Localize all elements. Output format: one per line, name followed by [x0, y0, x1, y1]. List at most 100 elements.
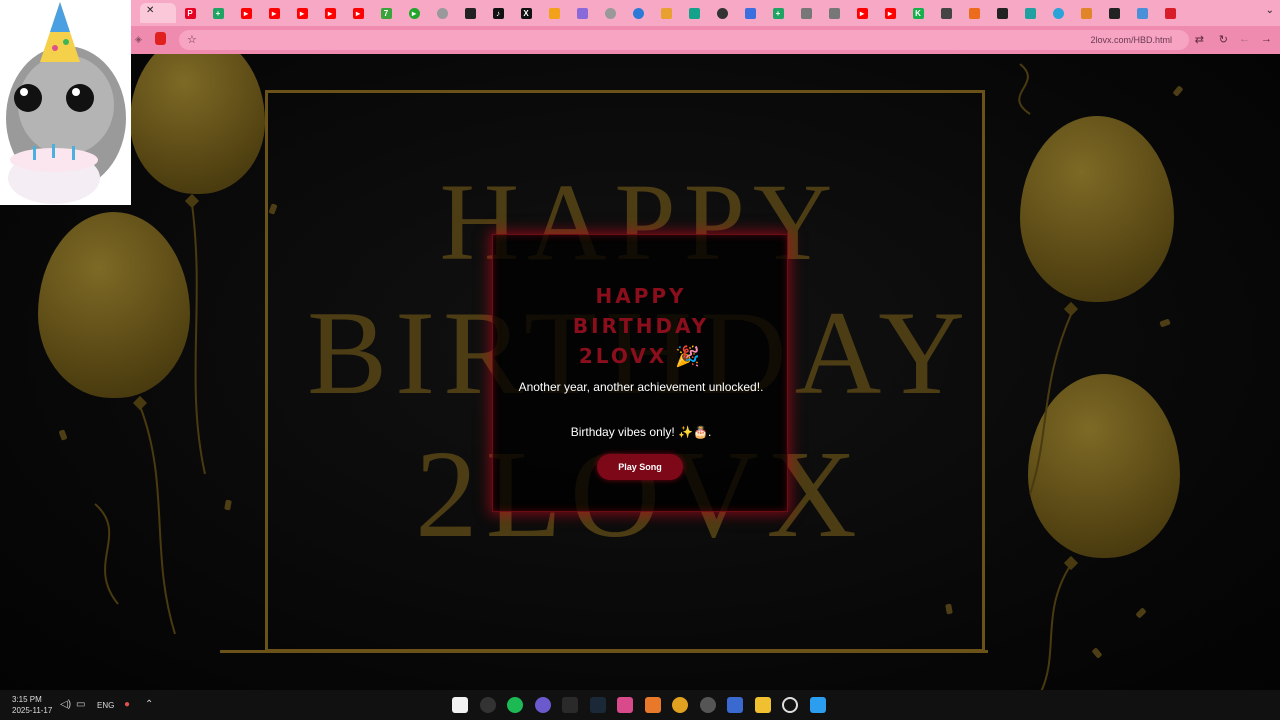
balloon-string	[191, 203, 206, 475]
tab-docs-icon[interactable]	[736, 4, 764, 22]
tab-colorful-icon[interactable]	[1128, 4, 1156, 22]
candle	[33, 146, 36, 160]
taskbar-app-icon[interactable]	[645, 697, 661, 713]
taskbar-app-icon[interactable]	[452, 697, 468, 713]
chrome-icon[interactable]	[672, 697, 688, 713]
card-title-line: HAPPY	[595, 284, 687, 308]
tab-globe-icon[interactable]	[428, 4, 456, 22]
tab-youtube-icon[interactable]: ▸	[848, 4, 876, 22]
tab-telegram-icon[interactable]	[1044, 4, 1072, 22]
tab-pen-icon[interactable]	[568, 4, 596, 22]
card-title-name: 2LOVX	[578, 344, 668, 368]
tab-sheets-icon[interactable]: +	[764, 4, 792, 22]
tab-youtube-icon[interactable]: ▸	[344, 4, 372, 22]
discord-icon[interactable]	[535, 697, 551, 713]
party-hat-dot	[52, 45, 58, 51]
store-icon[interactable]	[727, 697, 743, 713]
birthday-page: HAPPY BIRTHDAY 2LOVX HAPPY BIRTHDAY 2LOV…	[0, 54, 1280, 690]
forward-icon[interactable]: →	[1261, 33, 1272, 45]
candle	[52, 144, 55, 158]
tab-globe-icon[interactable]	[596, 4, 624, 22]
tray-overflow-chevron-icon[interactable]: ⌃	[145, 699, 153, 710]
search-icon[interactable]	[782, 697, 798, 713]
card-title-line: BIRTHDAY	[572, 314, 710, 338]
hamster-eye-shine	[20, 88, 28, 96]
clock-date[interactable]: 2025-11-17	[12, 706, 52, 715]
site-settings-icon[interactable]: ⇄	[1195, 33, 1204, 46]
tab-shop-icon[interactable]	[1072, 4, 1100, 22]
tab-dark-icon[interactable]	[1100, 4, 1128, 22]
tab-mail-icon[interactable]	[820, 4, 848, 22]
tab-strip: P + ▸ ▸ ▸ ▸ ▸ 7 ▸ ♪ X + ▸ ▸ K	[176, 4, 1184, 22]
url-text[interactable]: 2lovx.com/HBD.html	[1090, 35, 1172, 45]
settings-icon[interactable]	[700, 697, 716, 713]
omnibox[interactable]: ☆	[179, 30, 1189, 50]
tab-tiktok-icon[interactable]: ♪	[484, 4, 512, 22]
hamster-birthday-sticker	[0, 0, 131, 205]
tab-x-icon[interactable]: X	[512, 4, 540, 22]
file-explorer-icon[interactable]	[755, 697, 771, 713]
balloon-string	[1040, 565, 1071, 690]
tab-k-icon[interactable]: K	[904, 4, 932, 22]
taskbar-app-icon[interactable]	[617, 697, 633, 713]
hamster-birthday-image	[6, 2, 126, 204]
microphone-icon[interactable]: ●	[124, 699, 130, 710]
language-indicator[interactable]: ENG	[97, 701, 114, 710]
tab-edge-icon[interactable]	[624, 4, 652, 22]
tab-pinterest-icon[interactable]: P	[176, 4, 204, 22]
balloon-string	[1029, 311, 1073, 495]
tab-dash-icon[interactable]	[932, 4, 960, 22]
spotify-icon[interactable]	[507, 697, 523, 713]
taskbar-app-icon[interactable]	[480, 697, 496, 713]
tab-red-icon[interactable]	[1156, 4, 1184, 22]
reload-icon[interactable]: ↻	[1219, 33, 1228, 46]
hamster-eye	[66, 84, 94, 112]
bookmark-star-icon[interactable]: ☆	[187, 33, 197, 46]
tab-diamond-icon[interactable]	[988, 4, 1016, 22]
card-message: Another year, another achievement unlock…	[518, 380, 764, 394]
card-title: HAPPY BIRTHDAY 2LOVX 🎉	[493, 281, 789, 371]
address-bar: ◈ ☆ 2lovx.com/HBD.html ⇄ ↻ ← →	[131, 26, 1280, 54]
shield-icon[interactable]: ◈	[135, 34, 142, 45]
play-song-button[interactable]: Play Song	[597, 454, 683, 480]
party-popper-icon: 🎉	[675, 344, 704, 368]
taskbar-app-icon[interactable]	[562, 697, 578, 713]
tab-chart-icon[interactable]	[652, 4, 680, 22]
party-hat-dot	[63, 39, 69, 45]
tab-dark-icon[interactable]	[456, 4, 484, 22]
back-icon[interactable]: ←	[1239, 33, 1250, 45]
tab-play-icon[interactable]: ▸	[400, 4, 428, 22]
network-icon[interactable]: ▭	[76, 699, 85, 710]
tab-bar: ✕ P + ▸ ▸ ▸ ▸ ▸ 7 ▸ ♪ X + ▸ ▸ K ⌄	[0, 0, 1280, 26]
card-message: Birthday vibes only! ✨🎂.	[570, 425, 712, 439]
ribbon-curl	[94, 503, 119, 605]
tab-mail-icon[interactable]	[792, 4, 820, 22]
tab-orange-icon[interactable]	[960, 4, 988, 22]
tab-youtube-icon[interactable]: ▸	[288, 4, 316, 22]
tab-app-icon[interactable]: 7	[372, 4, 400, 22]
tab-teal-icon[interactable]	[680, 4, 708, 22]
candle	[72, 146, 75, 160]
steam-icon[interactable]	[590, 697, 606, 713]
tab-eye-icon[interactable]	[708, 4, 736, 22]
birthday-card: HAPPY BIRTHDAY 2LOVX 🎉 Another year, anot…	[492, 234, 788, 512]
tab-microsoft-icon[interactable]	[540, 4, 568, 22]
start-icon[interactable]	[810, 697, 826, 713]
tab-sheets-icon[interactable]: +	[204, 4, 232, 22]
taskbar: 3:15 PM 2025-11-17 ◁) ▭ ENG ● ⌃	[0, 690, 1280, 720]
tab-teal-icon[interactable]	[1016, 4, 1044, 22]
tab-youtube-icon[interactable]: ▸	[876, 4, 904, 22]
brave-shield-icon[interactable]	[155, 32, 166, 45]
ribbon-curl	[1018, 63, 1031, 115]
hamster-eye-shine	[72, 88, 80, 96]
tab-youtube-icon[interactable]: ▸	[316, 4, 344, 22]
party-hat-stripe	[50, 2, 70, 32]
balloon-string	[139, 405, 176, 635]
tab-youtube-icon[interactable]: ▸	[260, 4, 288, 22]
tab-youtube-icon[interactable]: ▸	[232, 4, 260, 22]
hamster-eye	[14, 84, 42, 112]
volume-icon[interactable]: ◁)	[60, 699, 71, 710]
tab-close-icon[interactable]: ✕	[146, 5, 154, 16]
tab-list-chevron-icon[interactable]: ⌄	[1266, 5, 1274, 16]
clock-time[interactable]: 3:15 PM	[12, 695, 42, 704]
